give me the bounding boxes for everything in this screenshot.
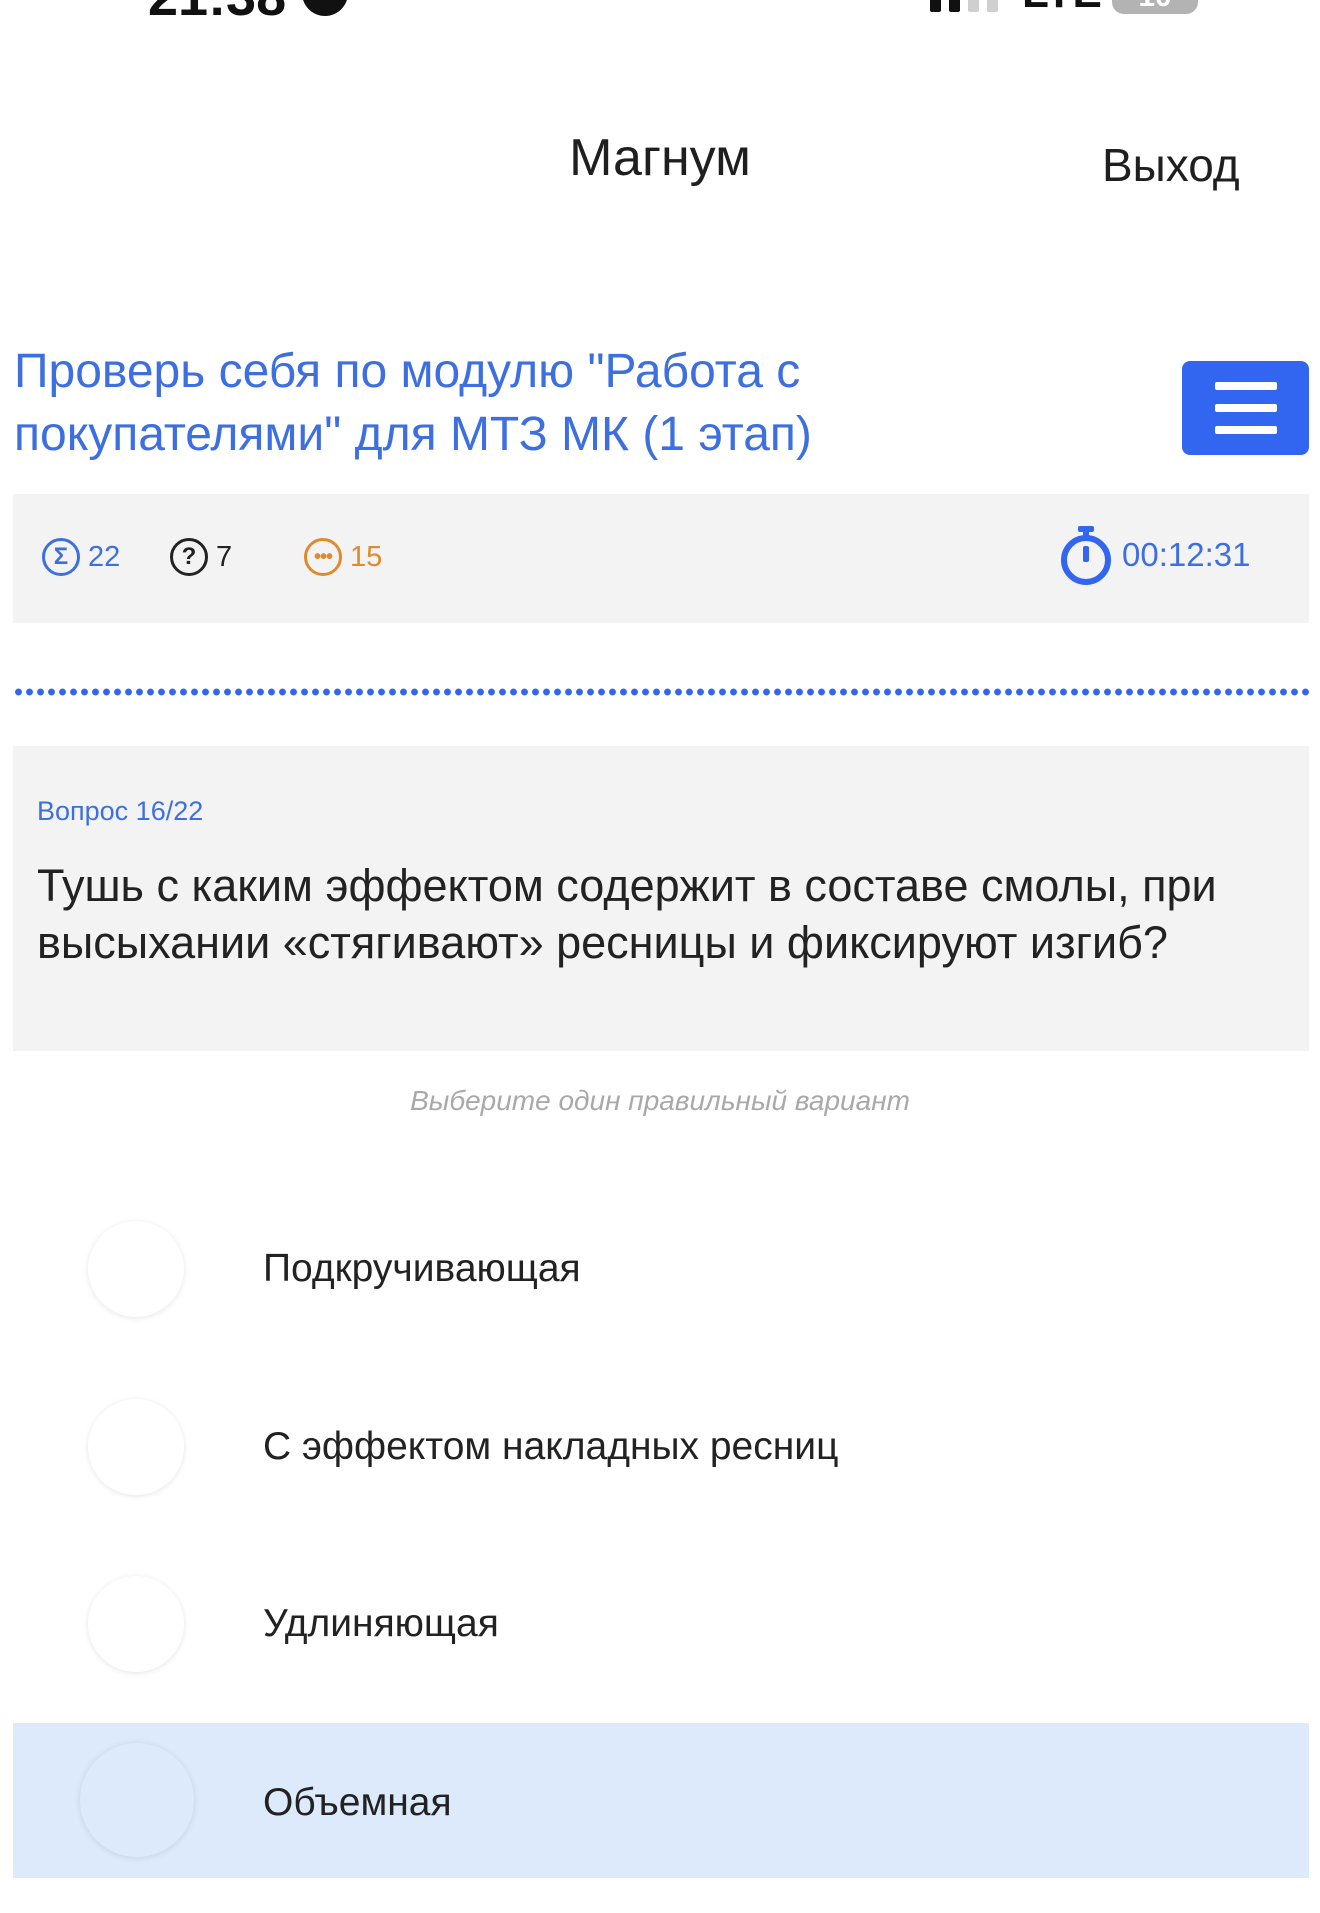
radio-button[interactable] bbox=[88, 1576, 184, 1672]
network-type: LTE bbox=[1022, 0, 1102, 18]
stat-remaining-value: 15 bbox=[350, 540, 383, 573]
battery-level: 10 bbox=[1138, 0, 1171, 13]
timer-value: 00:12:31 bbox=[1122, 536, 1251, 573]
radio-button[interactable] bbox=[88, 1221, 184, 1317]
menu-button[interactable] bbox=[1182, 361, 1309, 455]
question-number: Вопрос 16/22 bbox=[37, 796, 204, 826]
status-time: 21:38 bbox=[148, 0, 286, 28]
progress-divider bbox=[13, 688, 1309, 696]
answer-hint: Выберите один правильный вариант bbox=[410, 1085, 910, 1116]
answer-option-label: С эффектом накладных ресниц bbox=[263, 1425, 839, 1468]
do-not-disturb-icon bbox=[302, 0, 348, 16]
stat-total-value: 22 bbox=[88, 540, 121, 573]
answer-option-label: Удлиняющая bbox=[263, 1602, 499, 1645]
answer-option-selected[interactable]: Объемная bbox=[13, 1723, 1309, 1878]
sigma-icon: Σ bbox=[42, 538, 80, 576]
exit-button[interactable]: Выход bbox=[1102, 138, 1240, 192]
question-mark-icon: ? bbox=[170, 538, 208, 576]
answer-option-label: Подкручивающая bbox=[263, 1247, 581, 1290]
timer: 00:12:31 bbox=[1058, 524, 1250, 586]
stat-unanswered-value: 7 bbox=[216, 540, 233, 573]
stat-remaining-questions: ••• 15 bbox=[304, 538, 382, 576]
radio-button[interactable] bbox=[88, 1399, 184, 1495]
answer-option[interactable]: Удлиняющая bbox=[13, 1560, 1309, 1688]
test-title: Проверь себя по модулю "Работа с покупат… bbox=[14, 345, 812, 461]
question-text: Тушь с каким эффектом содержит в составе… bbox=[37, 860, 1217, 968]
answer-option-label: Объемная bbox=[263, 1781, 452, 1824]
signal-icon bbox=[930, 0, 998, 12]
stat-total-questions: Σ 22 bbox=[42, 538, 120, 576]
answer-option[interactable]: Подкручивающая bbox=[13, 1205, 1309, 1333]
battery-icon: 10 bbox=[1112, 0, 1198, 14]
hamburger-icon-line bbox=[1215, 426, 1277, 434]
ellipsis-icon: ••• bbox=[304, 538, 342, 576]
stat-unanswered-questions: ? 7 bbox=[170, 538, 232, 576]
hamburger-icon-line bbox=[1215, 382, 1277, 390]
answer-option[interactable]: С эффектом накладных ресниц bbox=[13, 1383, 1309, 1511]
radio-button[interactable] bbox=[80, 1743, 194, 1857]
hamburger-icon-line bbox=[1215, 404, 1277, 412]
stopwatch-icon bbox=[1061, 526, 1111, 585]
